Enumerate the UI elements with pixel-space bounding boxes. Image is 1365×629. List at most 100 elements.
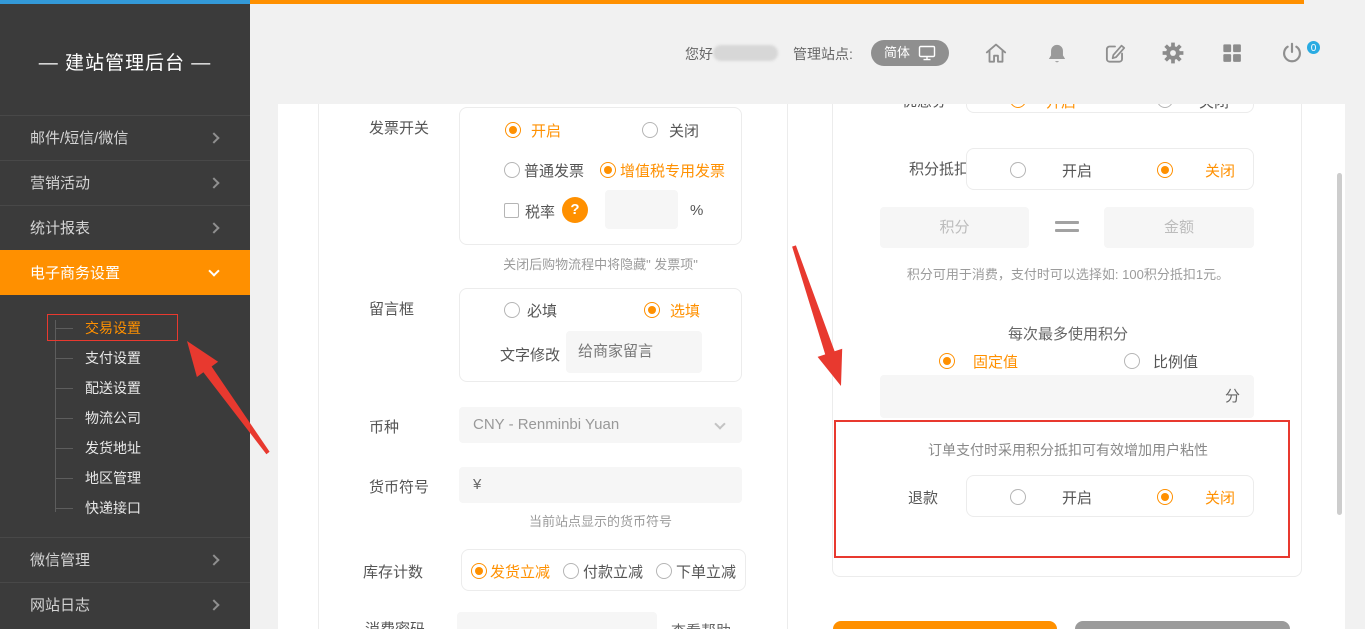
sidebar-item-ecommerce-settings[interactable]: 电子商务设置 (0, 250, 250, 295)
invoice-switch-group: 开启 关闭 普通发票 增值税专用发票 税率 ? % (459, 107, 742, 245)
power-icon[interactable] (1279, 40, 1305, 66)
view-help-link[interactable]: 查看帮助 (671, 620, 731, 629)
message-required-radio[interactable] (504, 302, 520, 318)
coupon-off-radio[interactable] (1157, 104, 1173, 108)
sidebar-subitem-trade-settings[interactable]: 交易设置 (0, 313, 250, 343)
points-deduct-on-label: 开启 (1062, 160, 1092, 181)
coupon-label: 优惠券 (902, 104, 947, 111)
admin-page: — 建站管理后台 — 邮件/短信/微信 营销活动 统计报表 电子商务设置 交易设… (0, 0, 1365, 629)
message-text-input[interactable]: 给商家留言 (566, 331, 702, 373)
refund-group: 开启 关闭 (966, 475, 1254, 517)
message-optional-radio[interactable] (644, 302, 660, 318)
refund-label: 退款 (908, 487, 938, 508)
sidebar-subitem-payment-settings[interactable]: 支付设置 (0, 343, 250, 373)
grid-icon[interactable] (1219, 40, 1245, 66)
text-edit-label: 文字修改 (500, 344, 560, 365)
points-deduct-on-radio[interactable] (1010, 162, 1026, 178)
pay-password-label: 消费密码 (365, 618, 425, 629)
chevron-right-icon (208, 554, 219, 565)
invoice-vat-radio[interactable] (600, 162, 616, 178)
sidebar-item-marketing[interactable]: 营销活动 (0, 160, 250, 205)
points-settings-right-panel: 优惠券 开启 关闭 积分抵扣 开启 关闭 积分 金额 积分可用于消费，支付时可以… (832, 104, 1302, 577)
stock-ship-radio[interactable] (471, 563, 487, 579)
max-points-input[interactable]: 分 (880, 375, 1254, 418)
currency-value: CNY - Renminbi Yuan (473, 416, 619, 433)
sidebar-subitem-logistics-company[interactable]: 物流公司 (0, 403, 250, 433)
refund-help-text: 订单支付时采用积分抵扣可有效增加用户粘性 (833, 440, 1302, 460)
notification-badge: 0 (1306, 40, 1321, 55)
sidebar-title: — 建站管理后台 — (0, 48, 250, 75)
sidebar: — 建站管理后台 — 邮件/短信/微信 营销活动 统计报表 电子商务设置 交易设… (0, 4, 250, 629)
topbar: 您好 管理站点: 简体 0 (250, 4, 1365, 104)
sidebar-subitem-shipping-address[interactable]: 发货地址 (0, 433, 250, 463)
help-question-icon[interactable]: ? (562, 197, 588, 223)
invoice-normal-label: 普通发票 (524, 160, 584, 181)
coupon-group: 开启 关闭 (966, 104, 1254, 113)
vertical-scrollbar-thumb[interactable] (1337, 173, 1342, 515)
sidebar-item-label: 邮件/短信/微信 (30, 130, 128, 147)
chevron-down-icon (714, 418, 725, 429)
message-box-label: 留言框 (369, 298, 414, 319)
chevron-right-icon (208, 177, 219, 188)
invoice-off-radio[interactable] (642, 122, 658, 138)
tax-rate-label: 税率 (525, 201, 555, 222)
gear-icon[interactable] (1160, 40, 1186, 66)
edit-icon[interactable] (1102, 40, 1128, 66)
redacted-username (713, 45, 778, 61)
sidebar-item-label: 微信管理 (30, 552, 90, 569)
sidebar-item-wechat-management[interactable]: 微信管理 (0, 537, 250, 582)
chevron-right-icon (208, 599, 219, 610)
tax-rate-checkbox[interactable] (504, 203, 519, 218)
refund-on-label: 开启 (1062, 487, 1092, 508)
message-box-group: 必填 选填 文字修改 给商家留言 (459, 288, 742, 382)
max-points-title: 每次最多使用积分 (833, 323, 1302, 344)
refund-off-radio[interactable] (1157, 489, 1173, 505)
ratio-value-radio[interactable] (1124, 353, 1140, 369)
invoice-on-label: 开启 (531, 120, 561, 141)
points-input[interactable]: 积分 (880, 207, 1029, 248)
message-optional-label: 选填 (670, 300, 700, 321)
points-deduct-group: 开启 关闭 (966, 148, 1254, 190)
stock-order-radio[interactable] (656, 563, 672, 579)
monitor-icon (918, 45, 938, 61)
refund-on-radio[interactable] (1010, 489, 1026, 505)
coupon-on-label: 开启 (1046, 104, 1076, 112)
sidebar-item-mail-sms-wechat[interactable]: 邮件/短信/微信 (0, 115, 250, 160)
sidebar-subitem-region-management[interactable]: 地区管理 (0, 463, 250, 493)
currency-symbol-input[interactable]: ¥ (459, 467, 742, 503)
trade-settings-left-panel: 发票开关 开启 关闭 普通发票 增值税专用发票 税率 ? % 关闭后购物流程中将… (318, 104, 788, 629)
points-unit-label: 分 (1225, 388, 1240, 405)
message-required-label: 必填 (527, 300, 557, 321)
stock-count-label: 库存计数 (363, 561, 423, 582)
fixed-value-label: 固定值 (973, 351, 1018, 372)
coupon-on-radio[interactable] (1010, 104, 1026, 108)
invoice-on-radio[interactable] (505, 122, 521, 138)
points-help-text: 积分可用于消费，支付时可以选择如: 100积分抵扣1元。 (833, 264, 1302, 283)
stock-order-label: 下单立减 (676, 561, 736, 582)
sidebar-item-label: 营销活动 (30, 175, 90, 192)
currency-select[interactable]: CNY - Renminbi Yuan (459, 407, 742, 443)
sidebar-item-site-logs[interactable]: 网站日志 (0, 582, 250, 629)
manage-site-label: 管理站点: (793, 42, 853, 66)
primary-action-button[interactable] (833, 621, 1057, 629)
invoice-help-text: 关闭后购物流程中将隐藏" 发票项" (459, 254, 742, 273)
sidebar-subitem-delivery-settings[interactable]: 配送设置 (0, 373, 250, 403)
invoice-normal-radio[interactable] (504, 162, 520, 178)
percent-label: % (690, 202, 703, 219)
sidebar-item-reports[interactable]: 统计报表 (0, 205, 250, 250)
language-pill[interactable]: 简体 (871, 40, 949, 66)
points-deduct-off-radio[interactable] (1157, 162, 1173, 178)
chevron-down-icon (208, 265, 219, 276)
secondary-action-button[interactable] (1075, 621, 1290, 629)
stock-pay-radio[interactable] (563, 563, 579, 579)
home-icon[interactable] (983, 40, 1009, 66)
bell-icon[interactable] (1044, 40, 1070, 66)
refund-off-label: 关闭 (1205, 487, 1235, 508)
fixed-value-radio[interactable] (939, 353, 955, 369)
sidebar-subitem-express-api[interactable]: 快递接口 (0, 493, 250, 523)
pay-password-input[interactable] (457, 612, 657, 629)
invoice-switch-label: 发票开关 (369, 117, 429, 138)
tax-rate-input[interactable] (605, 190, 678, 229)
amount-input[interactable]: 金额 (1104, 207, 1254, 248)
invoice-vat-label: 增值税专用发票 (620, 160, 725, 181)
